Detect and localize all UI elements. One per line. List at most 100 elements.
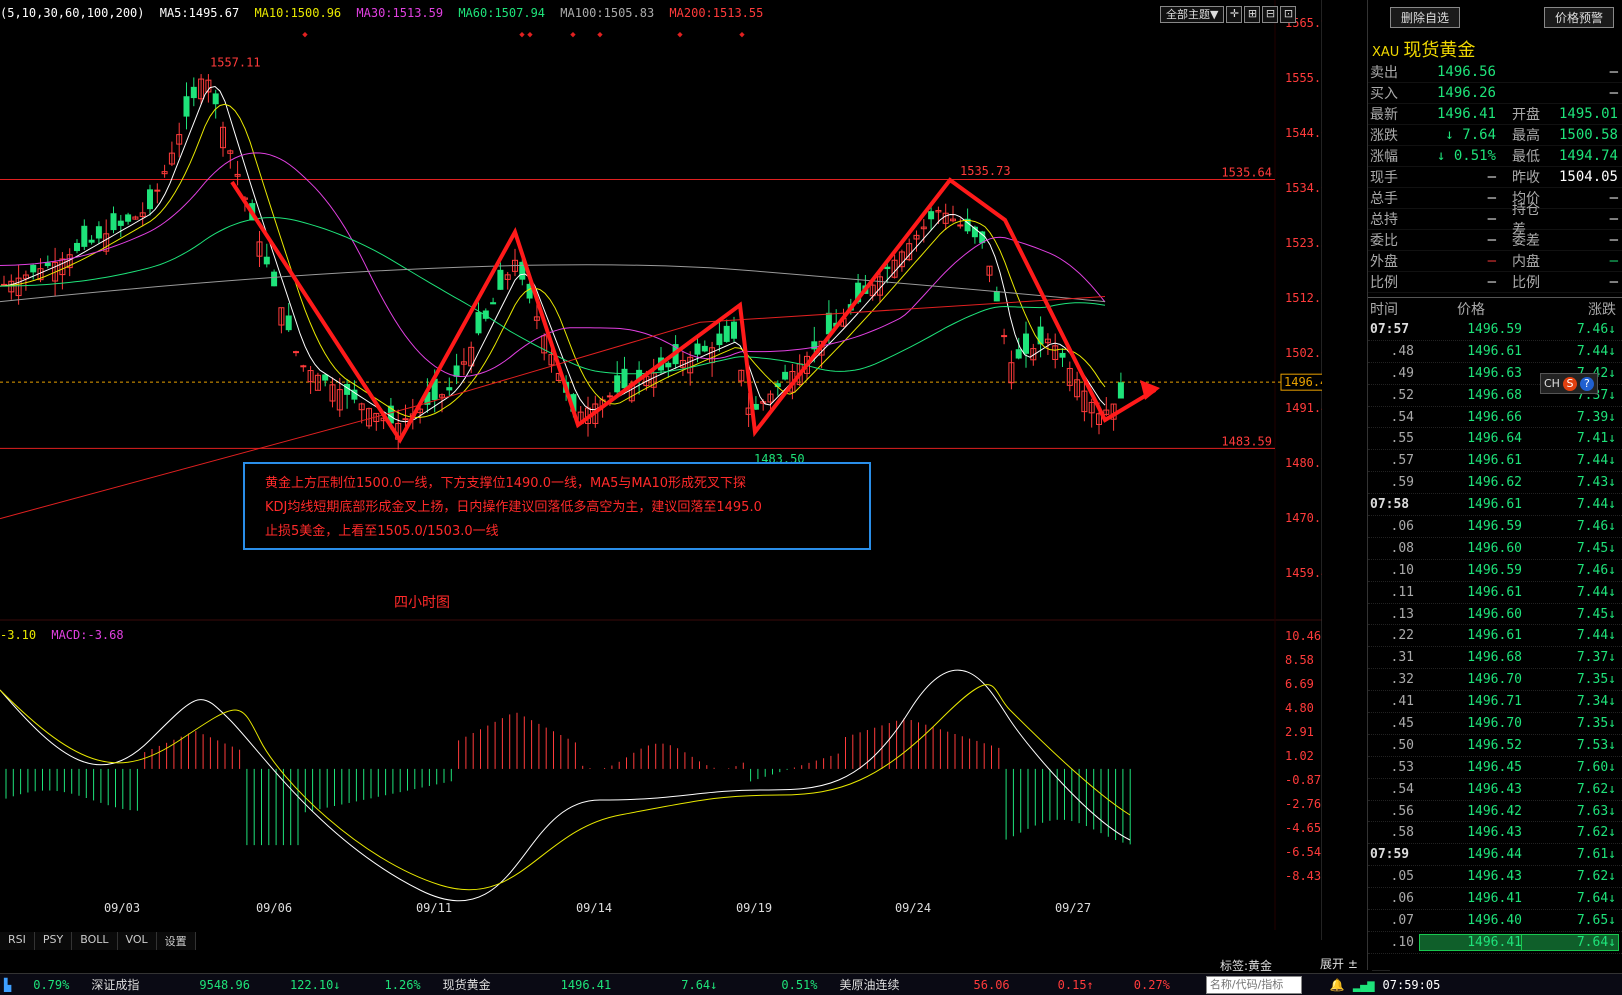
ma30-value: MA30:1513.59 <box>356 6 444 20</box>
status-index-name[interactable]: 深证成指 <box>91 976 139 993</box>
search-input[interactable] <box>1205 975 1302 994</box>
trade-time: .13 <box>1390 606 1414 622</box>
trade-row[interactable]: .07 1496.40 7.65↓ <box>1368 910 1622 932</box>
trade-row[interactable]: 07:57 1496.59 7.46↓ <box>1368 319 1622 341</box>
quote-value-2: – <box>1609 232 1618 248</box>
trade-row[interactable]: .55 1496.64 7.41↓ <box>1368 428 1622 451</box>
trade-price: 1496.44 <box>1467 847 1522 863</box>
trade-row[interactable]: .05 1496.43 7.62↓ <box>1368 866 1622 889</box>
window-icon[interactable]: ⊡ <box>1280 6 1297 23</box>
indicator-tab-4[interactable]: 设置 <box>156 932 196 950</box>
language-toggle[interactable]: CH <box>1544 377 1560 390</box>
quote-label-2: 最低 <box>1512 149 1540 165</box>
trade-row[interactable]: .50 1496.52 7.53↓ <box>1368 735 1622 757</box>
candle-body <box>606 395 613 398</box>
macd-axis-label: -8.43 <box>1285 869 1321 883</box>
trade-list[interactable]: 07:57 1496.59 7.46↓ .48 1496.61 7.44↓ .49 1496.… <box>1368 319 1622 954</box>
candle-body <box>322 374 329 381</box>
candle-body <box>453 365 460 377</box>
status-pct-1: 0.79% <box>33 977 70 992</box>
trade-row[interactable]: .22 1496.61 7.44↓ <box>1368 625 1622 648</box>
trade-change: 7.53↓ <box>1576 737 1616 753</box>
trade-price: 1496.68 <box>1467 387 1522 403</box>
trade-row[interactable]: .48 1496.61 7.44↓ <box>1368 341 1622 363</box>
trade-time: .07 <box>1390 912 1414 928</box>
trade-time: .53 <box>1390 759 1414 775</box>
trade-row[interactable]: .54 1496.66 7.39↓ <box>1368 407 1622 429</box>
dif-line <box>0 669 1131 902</box>
macd-axis-label: -0.87 <box>1285 773 1321 787</box>
delete-watchlist-button[interactable]: 删除自选 <box>1390 7 1461 28</box>
theme-dropdown[interactable]: 全部主题▼ <box>1160 6 1225 23</box>
help-icon[interactable]: ? <box>1579 376 1594 391</box>
trade-price: 1496.62 <box>1467 475 1522 491</box>
indicator-tab-3[interactable]: VOL <box>117 932 157 950</box>
candle-body <box>110 213 117 231</box>
candle-body <box>117 220 124 226</box>
trade-time: .59 <box>1390 475 1414 491</box>
trade-row[interactable]: .54 1496.43 7.62↓ <box>1368 779 1622 801</box>
status-index-change: 122.10↓ <box>289 977 341 992</box>
trade-time: .49 <box>1390 365 1414 381</box>
quote-label: 委比 <box>1370 233 1398 249</box>
trade-row[interactable]: .13 1496.60 7.45↓ <box>1368 604 1622 626</box>
status-gold-name[interactable]: 现货黄金 <box>443 976 491 993</box>
indicator-tab-1[interactable]: PSY <box>34 932 73 950</box>
current-price-tag: 1496.41 <box>1284 375 1322 389</box>
bell-icon[interactable]: 🔔 <box>1330 978 1345 992</box>
status-oil-name[interactable]: 美原油连续 <box>840 976 900 993</box>
candle-body <box>183 96 190 117</box>
price-axis-label: 1555.29 <box>1285 71 1322 85</box>
quote-value-2: – <box>1609 190 1618 206</box>
trade-row[interactable]: .41 1496.71 7.34↓ <box>1368 691 1622 714</box>
quote-value-2: – <box>1609 85 1618 101</box>
trade-change: 7.46↓ <box>1576 562 1616 578</box>
quote-label-2: 昨收 <box>1512 170 1540 186</box>
macd-axis-label: 2.91 <box>1285 725 1314 739</box>
trade-row[interactable]: .32 1496.70 7.35↓ <box>1368 669 1622 692</box>
candle-body <box>731 321 737 339</box>
candle-body <box>95 226 102 239</box>
indicator-tab-2[interactable]: BOLL <box>72 932 118 950</box>
trade-row[interactable]: .59 1496.62 7.43↓ <box>1368 472 1622 495</box>
candle-body <box>263 256 270 265</box>
trade-row[interactable]: .08 1496.60 7.45↓ <box>1368 538 1622 560</box>
trade-time: .54 <box>1390 781 1414 797</box>
quote-label-2: 开盘 <box>1512 107 1540 123</box>
note-line-1: 黄金上方压制位1500.0一线，下方支撑位1490.0一线，MA5与MA10形成… <box>265 476 747 491</box>
trade-row[interactable]: .57 1496.61 7.44↓ <box>1368 450 1622 473</box>
price-alert-button[interactable]: 价格预警 <box>1543 7 1614 28</box>
ma10-line <box>0 103 1106 418</box>
trade-row[interactable]: .31 1496.68 7.37↓ <box>1368 647 1622 670</box>
trade-time: .56 <box>1390 803 1414 819</box>
quote-value-2: – <box>1609 211 1618 227</box>
clock: 07:59:05 <box>1382 977 1441 992</box>
trade-row[interactable]: .53 1496.45 7.60↓ <box>1368 757 1622 779</box>
crosshair-icon[interactable]: ✛ <box>1226 6 1243 23</box>
trade-row[interactable]: .11 1496.61 7.44↓ <box>1368 582 1622 604</box>
instrument-code: XAU <box>1372 45 1400 60</box>
trade-price: 1496.61 <box>1467 497 1522 513</box>
start-icon[interactable]: ▙ <box>4 978 11 992</box>
layout-icon[interactable]: ⊟ <box>1262 6 1279 23</box>
candle-body <box>694 343 701 355</box>
macd-axis-label: -2.76 <box>1285 797 1321 811</box>
grid-icon[interactable]: ⊞ <box>1244 6 1261 23</box>
trade-row[interactable]: .56 1496.42 7.63↓ <box>1368 801 1622 823</box>
trade-row[interactable]: .10 1496.59 7.46↓ <box>1368 560 1622 582</box>
indicator-tab-0[interactable]: RSI <box>0 932 35 950</box>
quote-label-2: 最高 <box>1512 128 1540 144</box>
trade-row[interactable]: .10 1496.41 7.64↓ <box>1368 932 1622 954</box>
sogou-icon[interactable]: S <box>1562 376 1577 391</box>
trade-change: 7.44↓ <box>1576 497 1616 513</box>
trade-row[interactable]: .45 1496.70 7.35↓ <box>1368 713 1622 735</box>
trade-row[interactable]: 07:59 1496.44 7.61↓ <box>1368 844 1622 867</box>
trade-row[interactable]: .06 1496.41 7.64↓ <box>1368 888 1622 911</box>
quote-label: 外盘 <box>1370 254 1398 270</box>
trade-row[interactable]: .06 1496.59 7.46↓ <box>1368 516 1622 538</box>
quote-value: 1496.26 <box>1436 85 1496 101</box>
quote-label: 比例 <box>1370 275 1398 291</box>
chart-area[interactable]: 1565.941555.291544.651534.001523.351512.… <box>0 0 1322 950</box>
trade-row[interactable]: 07:58 1496.61 7.44↓ <box>1368 494 1622 517</box>
trade-row[interactable]: .58 1496.43 7.62↓ <box>1368 822 1622 845</box>
